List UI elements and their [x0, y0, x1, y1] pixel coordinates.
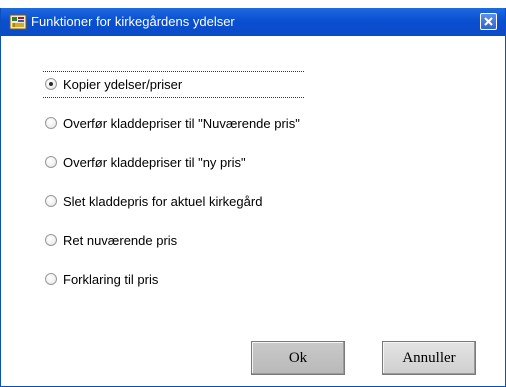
radio-delete-draft-price[interactable]	[45, 195, 57, 207]
option-delete-draft-price[interactable]: Slet kladdepris for aktuel kirkegård	[45, 191, 300, 211]
radio-transfer-current-price[interactable]	[45, 117, 57, 129]
radio-price-explanation[interactable]	[45, 273, 57, 285]
option-transfer-current-price[interactable]: Overfør kladdepriser til "Nuværende pris…	[45, 113, 300, 133]
background-window-strip	[0, 0, 506, 8]
cancel-button[interactable]: Annuller	[382, 341, 476, 375]
option-price-explanation[interactable]: Forklaring til pris	[45, 269, 300, 289]
option-label: Forklaring til pris	[63, 271, 159, 287]
function-options: Kopier ydelser/priser Overfør kladdepris…	[43, 71, 304, 308]
radio-copy-services[interactable]	[45, 78, 57, 90]
option-label: Ret nuværende pris	[63, 232, 178, 248]
ok-button[interactable]: Ok	[251, 341, 345, 375]
radio-edit-current-price[interactable]	[45, 234, 57, 246]
option-label: Overfør kladdepriser til "Nuværende pris…	[63, 115, 300, 131]
option-label: Slet kladdepris for aktuel kirkegård	[63, 193, 263, 209]
radio-transfer-new-price[interactable]	[45, 156, 57, 168]
close-icon	[484, 17, 493, 26]
option-copy-services[interactable]: Kopier ydelser/priser	[43, 71, 304, 98]
functions-dialog: Funktioner for kirkegårdens ydelser Kopi…	[0, 8, 506, 387]
dialog-body: Kopier ydelser/priser Overfør kladdepris…	[1, 36, 505, 385]
close-button[interactable]	[480, 13, 497, 30]
option-label: Overfør kladdepriser til "ny pris"	[63, 154, 246, 170]
option-edit-current-price[interactable]: Ret nuværende pris	[45, 230, 300, 250]
cemetery-app-icon	[9, 13, 27, 31]
window-title: Funktioner for kirkegårdens ydelser	[31, 14, 235, 29]
option-transfer-new-price[interactable]: Overfør kladdepriser til "ny pris"	[45, 152, 300, 172]
title-bar[interactable]: Funktioner for kirkegårdens ydelser	[1, 8, 505, 36]
option-label: Kopier ydelser/priser	[63, 76, 183, 92]
